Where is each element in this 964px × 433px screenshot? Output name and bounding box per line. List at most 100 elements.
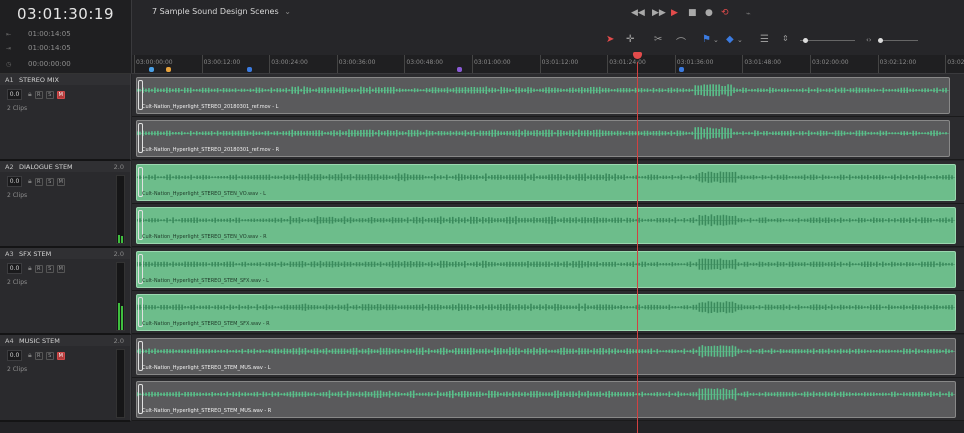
ruler-tick	[404, 55, 406, 73]
clip-name: Cult-Nation_Hyperlight_STEREO_STEM_SFX.w…	[142, 321, 270, 327]
track-channel-format: 2.0	[113, 249, 124, 258]
meter-bar-right	[121, 305, 123, 330]
lock-icon[interactable]: 🔒︎	[28, 177, 32, 186]
track-lane[interactable]: Cult-Nation_Hyperlight_STEREO_STEM_MUS.w…	[132, 335, 964, 378]
audio-clip[interactable]: Cult-Nation_Hyperlight_STEREO_STEM_MUS.w…	[136, 381, 956, 418]
solo-button[interactable]: S	[45, 177, 54, 186]
ruler-tick	[269, 55, 271, 73]
duration-row: ◷ 00:00:00:00	[0, 55, 132, 74]
height-slider-track[interactable]	[878, 40, 918, 41]
lock-icon[interactable]: 🔒︎	[28, 90, 32, 99]
out-point-timecode: 01:00:14:05	[28, 44, 71, 52]
track-level-meter	[116, 175, 125, 244]
track-lane[interactable]: Cult-Nation_Hyperlight_STEREO_20180301_r…	[132, 117, 964, 160]
waveform	[137, 301, 955, 314]
selection-tool-icon[interactable]: ➤	[606, 34, 614, 45]
track-name[interactable]: SFX STEM	[19, 250, 51, 258]
ruler-tick-label: 03:00:00:00	[136, 59, 173, 66]
ruler-tick	[607, 55, 609, 73]
mute-button[interactable]: M	[56, 90, 65, 99]
track-lane[interactable]: Cult-Nation_Hyperlight_STEREO_STEN_VO.wa…	[132, 204, 964, 247]
fast-forward-button[interactable]: ▶▶	[652, 9, 666, 18]
timeline-ruler[interactable]: 03:00:00:00 03:00:12:00 03:00:24:00 03:00:3…	[132, 55, 964, 74]
audio-clip[interactable]: Cult-Nation_Hyperlight_STEREO_STEM_SFX.w…	[136, 294, 956, 331]
timeline-marker-purple[interactable]	[457, 67, 462, 72]
play-button[interactable]: ▶	[671, 9, 678, 18]
track-id: A4	[5, 336, 14, 345]
track-header-a3[interactable]: A3 SFX STEM 2.0 0.0 🔒︎ R S M 2 Clips	[0, 248, 131, 335]
track-header-a1[interactable]: A1 STEREO MIX 0.0 🔒︎ R S M 2 Clips	[0, 74, 131, 161]
in-point-row: ⇤ 01:00:14:05	[0, 27, 132, 42]
arrows-icon[interactable]: ‹›	[866, 36, 872, 44]
loop-button[interactable]: ⟲	[721, 9, 729, 18]
clip-name: Cult-Nation_Hyperlight_STEREO_STEN_VO.wa…	[142, 191, 266, 197]
track-volume-field[interactable]: 0.0	[7, 350, 22, 361]
solo-button[interactable]: S	[45, 90, 54, 99]
scrub-icon[interactable]: ⌁	[746, 9, 751, 18]
ruler-tick	[134, 55, 135, 73]
rewind-button[interactable]: ◀◀	[631, 9, 645, 18]
record-arm-button[interactable]: R	[34, 177, 43, 186]
track-volume-field[interactable]: 0.0	[7, 89, 22, 100]
track-lane[interactable]: Cult-Nation_Hyperlight_STEREO_STEM_SFX.w…	[132, 291, 964, 334]
waveform	[137, 84, 949, 97]
track-volume-field[interactable]: 0.0	[7, 176, 22, 187]
lock-icon[interactable]: 🔒︎	[28, 264, 32, 273]
audio-clip[interactable]: Cult-Nation_Hyperlight_STEREO_STEM_SFX.w…	[136, 251, 956, 288]
timeline-marker-orange[interactable]	[166, 67, 171, 72]
timeline-marker-blue[interactable]	[679, 67, 684, 72]
mute-button[interactable]: M	[56, 351, 65, 360]
solo-button[interactable]: S	[45, 264, 54, 273]
track-header-a4[interactable]: A4 MUSIC STEM 2.0 0.0 🔒︎ R S M 2 Clips	[0, 335, 131, 422]
track-id: A2	[5, 162, 14, 171]
height-slider-handle[interactable]	[878, 38, 883, 43]
stop-button[interactable]: ■	[688, 9, 697, 18]
meter-bar-left	[118, 234, 120, 243]
edit-toolbar	[132, 27, 964, 56]
audio-clip[interactable]: Cult-Nation_Hyperlight_STEREO_20180301_r…	[136, 120, 950, 157]
record-arm-button[interactable]: R	[34, 351, 43, 360]
track-lane[interactable]: Cult-Nation_Hyperlight_STEREO_STEN_VO.wa…	[132, 161, 964, 204]
track-lane[interactable]: Cult-Nation_Hyperlight_STEREO_20180301_r…	[132, 74, 964, 117]
record-arm-button[interactable]: R	[34, 90, 43, 99]
track-volume-field[interactable]: 0.0	[7, 263, 22, 274]
meter-bar-right	[121, 235, 123, 243]
mute-button[interactable]: M	[56, 264, 65, 273]
ruler-tick-label: 03:02:12:00	[879, 59, 917, 66]
record-arm-button[interactable]: R	[34, 264, 43, 273]
range-tool-icon[interactable]: ✛	[626, 34, 634, 45]
mute-button[interactable]: M	[56, 177, 65, 186]
lock-icon[interactable]: 🔒︎	[28, 351, 32, 360]
audio-clip[interactable]: Cult-Nation_Hyperlight_STEREO_STEN_VO.wa…	[136, 164, 956, 201]
track-header-a2[interactable]: A2 DIALOGUE STEM 2.0 0.0 🔒︎ R S M 2 Clip…	[0, 161, 131, 248]
ruler-tick-label: 03:00:48:00	[406, 59, 443, 66]
record-button[interactable]: ●	[705, 9, 713, 18]
track-level-meter	[116, 262, 125, 331]
chevron-down-icon[interactable]: ⌄	[737, 36, 743, 44]
timeline-marker-blue[interactable]	[247, 67, 252, 72]
audio-clip[interactable]: Cult-Nation_Hyperlight_STEREO_20180301_r…	[136, 77, 950, 114]
chevron-down-icon[interactable]: ⌄	[713, 36, 719, 44]
flag-icon[interactable]: ⚑	[702, 34, 711, 45]
track-height-icon[interactable]: ☰	[760, 34, 769, 45]
track-name[interactable]: DIALOGUE STEM	[19, 163, 73, 171]
link-tool-icon[interactable]: ⌒	[676, 34, 686, 49]
timeline-name-dropdown[interactable]: 7 Sample Sound Design Scenes ⌄	[152, 7, 291, 16]
track-name[interactable]: STEREO MIX	[19, 76, 59, 84]
track-lane[interactable]: Cult-Nation_Hyperlight_STEREO_STEM_SFX.w…	[132, 248, 964, 291]
track-name[interactable]: MUSIC STEM	[19, 337, 60, 345]
audio-clip[interactable]: Cult-Nation_Hyperlight_STEREO_STEM_MUS.w…	[136, 338, 956, 375]
audio-clip[interactable]: Cult-Nation_Hyperlight_STEREO_STEN_VO.wa…	[136, 207, 956, 244]
ruler-tick	[945, 55, 947, 73]
clip-name: Cult-Nation_Hyperlight_STEREO_STEM_MUS.w…	[142, 408, 272, 414]
zoom-toggle-icon[interactable]: ⇕	[782, 34, 789, 43]
playhead-line[interactable]	[637, 62, 638, 433]
ruler-tick-label: 03:01:24:00	[609, 59, 646, 66]
marker-icon[interactable]: ◆	[726, 34, 734, 45]
zoom-slider-handle[interactable]	[803, 38, 808, 43]
blade-tool-icon[interactable]: ✂	[654, 34, 662, 45]
solo-button[interactable]: S	[45, 351, 54, 360]
track-lane[interactable]: Cult-Nation_Hyperlight_STEREO_STEM_MUS.w…	[132, 378, 964, 421]
timeline-marker-blue[interactable]	[149, 67, 154, 72]
zoom-slider-track[interactable]	[800, 40, 855, 41]
